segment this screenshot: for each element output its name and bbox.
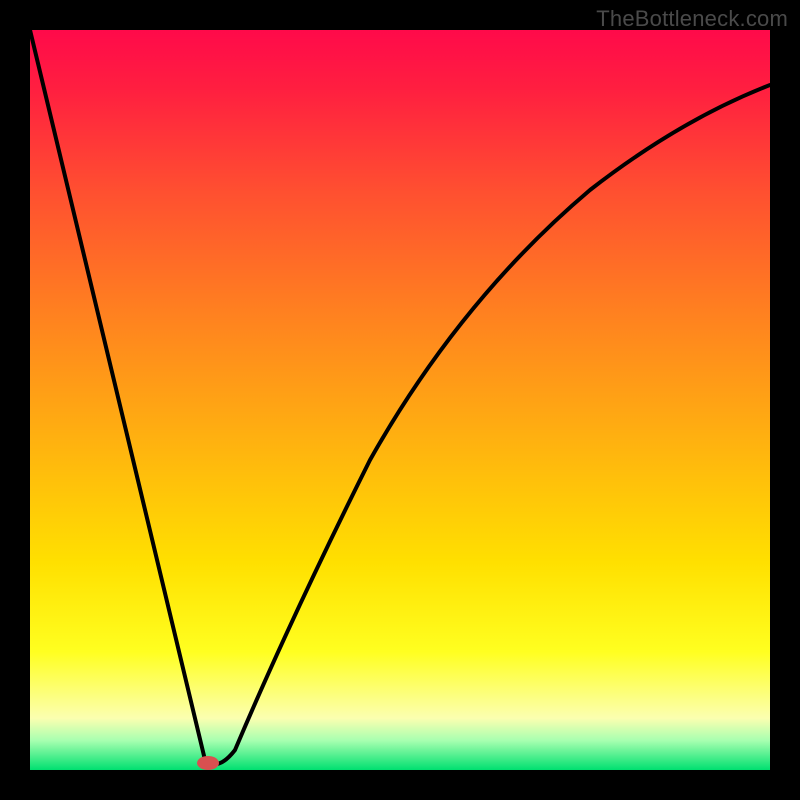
bottleneck-curve	[30, 30, 770, 770]
bottleneck-curve-path	[30, 30, 770, 764]
chart-frame	[30, 30, 770, 770]
optimal-point-marker	[197, 756, 219, 770]
watermark-text: TheBottleneck.com	[596, 6, 788, 32]
